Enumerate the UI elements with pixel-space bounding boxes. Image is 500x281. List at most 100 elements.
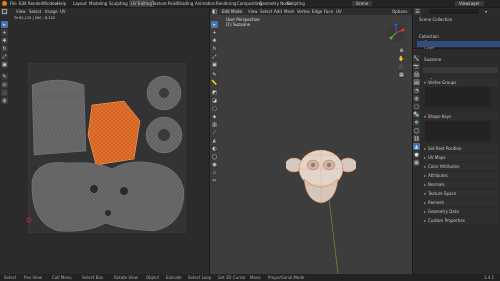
- viewlayer-selector[interactable]: ViewLayer: [455, 1, 484, 6]
- transform-tool-icon[interactable]: ▣: [1, 61, 8, 68]
- scene-collection-label[interactable]: Scene Collection: [419, 17, 452, 22]
- workspace-tabs: Layout Modeling Sculpting UV Editing Tex…: [73, 0, 305, 7]
- viewport-menu-select[interactable]: Select: [260, 9, 272, 14]
- properties-content: Suzanne Suzanne ▾Vertex Groups ▾Shape Ke…: [421, 49, 500, 274]
- outliner-search-input[interactable]: [429, 9, 479, 14]
- properties-panel: 🔧 📷 🖨 🖼 ◔ ◍ ▢ 🔩 ✲ ◯ ⛓ ▲ ● ▦ Suzanne Suza…: [413, 49, 500, 274]
- tab-sculpting[interactable]: Sculpting: [109, 1, 128, 6]
- scene-tab-icon[interactable]: ◔: [413, 87, 420, 94]
- status-select-box: Select Box: [82, 275, 104, 280]
- section-geometry-data[interactable]: ▸ Geometry Data: [423, 208, 498, 215]
- properties-mesh-field[interactable]: Suzanne: [423, 67, 498, 83]
- uv-layout-map[interactable]: [28, 63, 186, 233]
- section-uv-maps[interactable]: ▸ UV Maps: [423, 154, 498, 161]
- pinch-tool-icon[interactable]: ◍: [1, 97, 8, 104]
- tab-modeling[interactable]: Modeling: [89, 1, 107, 6]
- uv-island: [31, 79, 87, 156]
- menu-edit[interactable]: Edit: [19, 1, 27, 6]
- particles-tab-icon[interactable]: ✲: [413, 119, 420, 126]
- grab-tool-icon[interactable]: ◎: [1, 81, 8, 88]
- view-layer-tab-icon[interactable]: 🖼: [413, 79, 420, 86]
- viewport-canvas[interactable]: User Perspective (1) Suzanne ▸ + ✥ ↻ ⤢ ▣…: [210, 15, 412, 274]
- tab-animation[interactable]: Animation: [195, 1, 215, 6]
- status-select: Select: [4, 275, 17, 280]
- constraints-tab-icon[interactable]: ⛓: [413, 135, 420, 142]
- uv-editor-canvas[interactable]: Tri 61,115 | 200 ; 8,120 ▸ + ✥ ↻ ⤢ ▣ ✎ ◎…: [0, 15, 209, 274]
- uv-editor-header: View Select Image UV: [0, 8, 209, 15]
- filter-icon[interactable]: ▾: [485, 9, 487, 14]
- section-set-rest-position[interactable]: ▸ Set Rest Position: [423, 145, 498, 152]
- physics-tab-icon[interactable]: ◯: [413, 127, 420, 134]
- status-extrude: Extrude: [166, 275, 182, 280]
- shape-keys-list[interactable]: [425, 121, 491, 141]
- viewport-editor-type-icon[interactable]: ◧: [211, 8, 218, 15]
- scene-selector[interactable]: Scene: [352, 1, 373, 6]
- outliner-editor-icon[interactable]: ☰: [414, 8, 421, 15]
- uv-cursor-icon: [26, 217, 32, 223]
- move-tool-icon[interactable]: ✥: [1, 37, 8, 44]
- uv-menu-uv[interactable]: UV: [60, 9, 66, 14]
- suzanne-mesh[interactable]: [286, 145, 356, 207]
- section-color-attributes[interactable]: ▸ Color Attributes: [423, 163, 498, 170]
- menu-render[interactable]: Render: [28, 1, 42, 6]
- scale-tool-icon[interactable]: ⤢: [1, 53, 8, 60]
- material-tab-icon[interactable]: ●: [413, 151, 420, 158]
- viewport-header: ◧ Edit Mode View Select Add Mesh Vertex …: [210, 8, 412, 15]
- annotate-tool-icon[interactable]: ✎: [1, 73, 8, 80]
- viewport-menu-edge[interactable]: Edge: [312, 9, 322, 14]
- section-custom-properties[interactable]: ▸ Custom Properties: [423, 217, 498, 224]
- object-tab-icon[interactable]: ▢: [413, 103, 420, 110]
- tab-rendering[interactable]: Rendering: [216, 1, 236, 6]
- viewport-menu-mesh[interactable]: Mesh: [284, 9, 295, 14]
- select-tool-icon[interactable]: ▸: [1, 21, 8, 28]
- world-tab-icon[interactable]: ◍: [413, 95, 420, 102]
- status-move: Move: [250, 275, 261, 280]
- status-object: Object: [146, 275, 160, 280]
- section-texture-space[interactable]: ▸ Texture Space: [423, 190, 498, 197]
- data-tab-icon[interactable]: ▲: [413, 143, 420, 150]
- relax-tool-icon[interactable]: ◌: [1, 89, 8, 96]
- status-select-loop: Select Loop: [188, 275, 212, 280]
- viewport-menu-vertex[interactable]: Vertex: [297, 9, 310, 14]
- section-shape-keys[interactable]: ▾ Shape Keys: [423, 113, 498, 120]
- mode-selector[interactable]: Edit Mode: [220, 9, 244, 14]
- status-pan-view: Pan View: [24, 275, 42, 280]
- status-bar: Select Pan View Call Menu Select Box Rot…: [0, 274, 500, 281]
- viewport-menu-uv[interactable]: UV: [336, 9, 342, 14]
- editor-type-icon[interactable]: [1, 8, 8, 15]
- texture-tab-icon[interactable]: ▦: [413, 159, 420, 166]
- menu-window[interactable]: Window: [42, 1, 58, 6]
- section-remesh[interactable]: ▸ Remesh: [423, 199, 498, 206]
- uv-island-head: [31, 161, 185, 232]
- modifier-tab-icon[interactable]: 🔩: [413, 111, 420, 118]
- outliner-item-suzanne[interactable]: Suzanne: [417, 41, 500, 57]
- section-attributes[interactable]: ▸ Attributes: [423, 172, 498, 179]
- tab-layout[interactable]: Layout: [73, 1, 87, 6]
- viewport-menu-add[interactable]: Add: [274, 9, 282, 14]
- tab-shading[interactable]: Shading: [177, 1, 193, 6]
- status-proportional-mode: Proportional Mode: [268, 275, 305, 280]
- uv-toolbar: ▸ + ✥ ↻ ⤢ ▣ ✎ ◎ ◌ ◍: [1, 21, 9, 104]
- menu-file[interactable]: File: [10, 1, 17, 6]
- tab-texture-paint[interactable]: Texture Paint: [152, 1, 178, 6]
- status-rotate-view: Rotate View: [114, 275, 138, 280]
- menu-help[interactable]: Help: [57, 1, 66, 6]
- options-menu[interactable]: Options: [392, 9, 407, 14]
- viewport-menu-face[interactable]: Face: [324, 9, 333, 14]
- section-vertex-groups[interactable]: ▾ Vertex Groups: [423, 79, 498, 86]
- uv-menu-view[interactable]: View: [16, 9, 26, 14]
- cursor-tool-icon[interactable]: +: [1, 29, 8, 36]
- uv-menu-image[interactable]: Image: [45, 9, 58, 14]
- outliner-panel: ☰ ▾ Scene Collection Collection Camera L…: [413, 8, 500, 57]
- render-tab-icon[interactable]: 📷: [413, 63, 420, 70]
- tab-scripting[interactable]: Scripting: [287, 1, 305, 6]
- tool-tab-icon[interactable]: 🔧: [413, 55, 420, 62]
- tab-uv-editing[interactable]: UV Editing: [129, 0, 154, 7]
- viewport-menu-view[interactable]: View: [248, 9, 258, 14]
- rotate-tool-icon[interactable]: ↻: [1, 45, 8, 52]
- vertex-groups-list[interactable]: [425, 87, 491, 107]
- section-normals[interactable]: ▸ Normals: [423, 181, 498, 188]
- blender-logo-icon[interactable]: [2, 1, 7, 6]
- output-tab-icon[interactable]: 🖨: [413, 71, 420, 78]
- uv-menu-select[interactable]: Select: [29, 9, 41, 14]
